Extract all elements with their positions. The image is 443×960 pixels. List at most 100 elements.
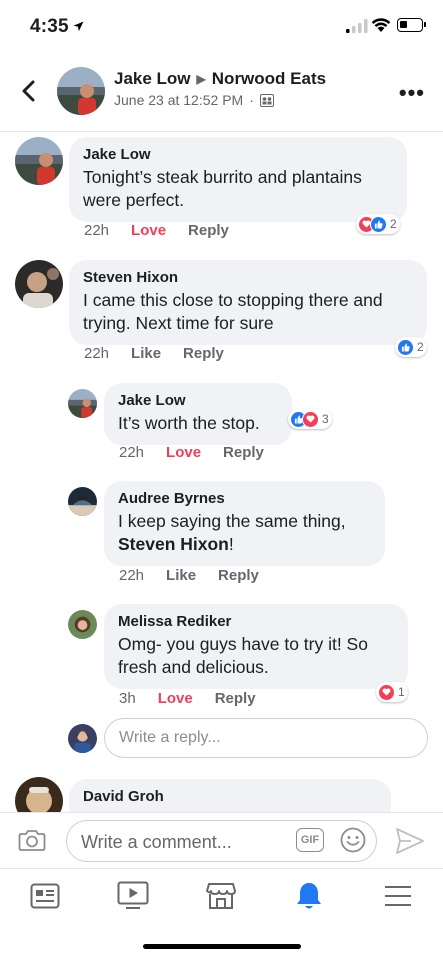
smiley-icon (340, 827, 366, 853)
cellular-signal-icon (346, 19, 368, 33)
reply-text: Omg- you guys have to try it! So fresh a… (118, 634, 368, 677)
send-button[interactable] (395, 827, 425, 860)
love-reaction-button[interactable]: Love (131, 222, 166, 239)
comments-list: Jake Low Tonight’s steak burrito and pla… (0, 132, 443, 812)
post-timestamp[interactable]: June 23 at 12:52 PM (114, 92, 243, 108)
commenter-avatar[interactable] (15, 260, 63, 308)
love-reaction-button[interactable]: Love (158, 690, 193, 707)
comment-composer: Write a comment... GIF (0, 812, 443, 868)
post-target-page[interactable]: Norwood Eats (212, 69, 326, 89)
reply-button[interactable]: Reply (215, 690, 256, 707)
post-author-name[interactable]: Jake Low (114, 69, 191, 89)
comment-author[interactable]: David Groh (83, 788, 377, 805)
reply-actions: 3h Love Reply (119, 690, 256, 707)
marketplace-icon (206, 883, 236, 909)
comment-bubble[interactable]: David Groh (69, 779, 391, 812)
post-meta: June 23 at 12:52 PM · (114, 92, 274, 108)
reply-bubble[interactable]: Melissa Rediker Omg- you guys have to tr… (104, 604, 408, 689)
reply-author[interactable]: Audree Byrnes (118, 490, 371, 507)
comment-text: I came this close to stopping there and … (83, 290, 383, 333)
reaction-summary[interactable]: 1 (376, 682, 408, 702)
commenter-avatar[interactable] (15, 137, 63, 185)
reply-actions: 22h Like Reply (119, 567, 259, 584)
reply-actions: 22h Love Reply (119, 444, 264, 461)
love-reaction-icon (302, 410, 319, 428)
notifications-bell-icon (297, 883, 321, 909)
camera-icon (18, 830, 46, 851)
reply-author[interactable]: Melissa Rediker (118, 613, 394, 630)
chevron-left-icon (22, 80, 35, 102)
comment-author[interactable]: Steven Hixon (83, 269, 413, 286)
reply-bubble[interactable]: Audree Byrnes I keep saying the same thi… (104, 481, 385, 566)
status-time: 4:35 (30, 16, 69, 37)
reply-button[interactable]: Reply (218, 567, 259, 584)
comment-text: Tonight’s steak burrito and plantains we… (83, 167, 362, 210)
reply-time[interactable]: 3h (119, 690, 136, 707)
reply-text-prefix: I keep saying the same thing, (118, 511, 346, 531)
reply-text-suffix: ! (228, 534, 234, 554)
watch-icon (117, 881, 149, 909)
reply-time[interactable]: 22h (119, 567, 144, 584)
reply-author-avatar[interactable] (68, 389, 97, 418)
comment-bubble[interactable]: Steven Hixon I came this close to stoppi… (69, 260, 427, 345)
reaction-summary[interactable]: 2 (395, 337, 427, 357)
tab-watch[interactable] (116, 879, 150, 913)
reply-text: I keep saying the same thing, Steven Hixo… (118, 510, 371, 556)
audience-icon (259, 93, 274, 107)
status-bar: 4:35 (0, 0, 443, 56)
comment-bubble[interactable]: Jake Low Tonight’s steak burrito and pla… (69, 137, 407, 222)
reply-time[interactable]: 22h (119, 444, 144, 461)
reaction-summary[interactable]: 2 (356, 214, 400, 234)
author-avatar[interactable] (57, 67, 105, 115)
love-reaction-icon (378, 683, 395, 701)
reaction-count: 3 (322, 412, 329, 426)
post-header: Jake Low ▶ Norwood Eats June 23 at 12:52… (0, 56, 443, 132)
reaction-summary[interactable]: 3 (288, 409, 332, 429)
like-button[interactable]: Like (166, 567, 196, 584)
current-user-avatar (68, 724, 97, 753)
shared-to-arrow-icon: ▶ (196, 72, 206, 86)
like-reaction-icon (397, 338, 414, 356)
back-button[interactable] (14, 76, 42, 106)
comment-author[interactable]: Jake Low (83, 146, 393, 163)
write-comment-input[interactable]: Write a comment... (66, 820, 377, 862)
reply-bubble[interactable]: Jake Low It’s worth the stop. (104, 383, 292, 445)
camera-button[interactable] (18, 828, 46, 857)
gif-button[interactable]: GIF (296, 828, 324, 852)
reply-button[interactable]: Reply (223, 444, 264, 461)
reply-text: It’s worth the stop. (118, 413, 260, 433)
write-reply-input[interactable]: Write a reply... (104, 718, 428, 758)
reply-author-avatar[interactable] (68, 610, 97, 639)
bottom-tab-bar (0, 868, 443, 928)
emoji-button[interactable] (340, 827, 366, 858)
wifi-icon (371, 18, 391, 32)
reaction-count: 1 (398, 685, 405, 699)
post-title: Jake Low ▶ Norwood Eats (114, 69, 326, 89)
reply-author[interactable]: Jake Low (118, 392, 278, 409)
like-button[interactable]: Like (131, 345, 161, 362)
reply-author-avatar[interactable] (68, 487, 97, 516)
tab-news-feed[interactable] (28, 879, 62, 913)
comment-time[interactable]: 22h (84, 345, 109, 362)
tab-notifications[interactable] (292, 879, 326, 913)
home-indicator[interactable] (143, 944, 301, 949)
commenter-avatar[interactable] (15, 777, 63, 812)
reaction-count: 2 (417, 340, 424, 354)
love-reaction-button[interactable]: Love (166, 444, 201, 461)
tab-marketplace[interactable] (204, 879, 238, 913)
reply-button[interactable]: Reply (183, 345, 224, 362)
more-options-button[interactable]: ••• (399, 80, 425, 106)
comment-actions: 22h Like Reply (84, 345, 224, 362)
like-reaction-icon (370, 215, 387, 233)
location-arrow-icon (73, 21, 84, 32)
reply-button[interactable]: Reply (188, 222, 229, 239)
battery-icon (397, 18, 426, 32)
meta-separator: · (249, 92, 254, 108)
reaction-count: 2 (390, 217, 397, 231)
comment-time[interactable]: 22h (84, 222, 109, 239)
tab-menu[interactable] (381, 879, 415, 913)
mention-link[interactable]: Steven Hixon (118, 534, 229, 554)
menu-icon (385, 886, 411, 906)
send-icon (396, 828, 424, 854)
comment-actions: 22h Love Reply (84, 222, 229, 239)
